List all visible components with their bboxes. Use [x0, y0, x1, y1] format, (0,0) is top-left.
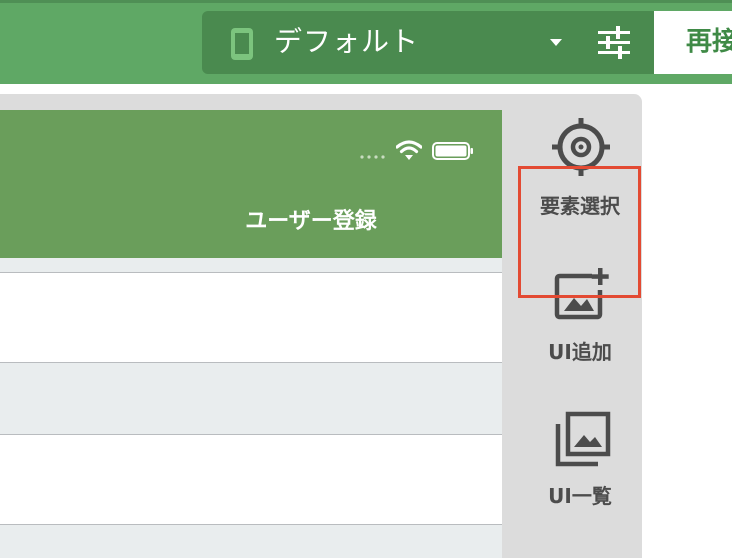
top-edge-line: [0, 0, 732, 3]
top-toolbar: デフォルト 再接: [0, 0, 732, 84]
reconnect-label: 再接: [686, 27, 732, 57]
wifi-icon: [396, 140, 422, 160]
signal-dots-icon: [360, 155, 385, 159]
list-item[interactable]: [0, 362, 502, 434]
screen-title: ユーザー登録: [245, 209, 377, 234]
ui-list-tool[interactable]: UI一覧: [520, 408, 640, 518]
selected-tool-highlight: [518, 166, 641, 298]
battery-icon: [432, 142, 473, 160]
app-root: デフォルト 再接 ユーザー登録 要素選択 UI追加 UI一覧: [0, 0, 732, 558]
list-spacer: [0, 258, 502, 272]
caret-down-icon[interactable]: [550, 37, 562, 47]
reconnect-button[interactable]: 再接: [654, 11, 732, 74]
sliders-icon[interactable]: [594, 25, 634, 61]
smartphone-icon: [231, 28, 253, 60]
device-label: デフォルト: [274, 25, 420, 58]
nav-header: ユーザー登録: [0, 110, 502, 258]
add-ui-label: UI追加: [548, 340, 612, 364]
list-item[interactable]: [0, 434, 502, 524]
device-selector[interactable]: デフォルト: [202, 11, 654, 74]
phone-preview[interactable]: ユーザー登録: [0, 110, 502, 558]
image-gallery-icon: [555, 411, 611, 467]
list-item[interactable]: [0, 272, 502, 362]
form-row-list: [0, 258, 502, 558]
list-item[interactable]: [0, 524, 502, 558]
ui-list-label: UI一覧: [548, 484, 612, 508]
